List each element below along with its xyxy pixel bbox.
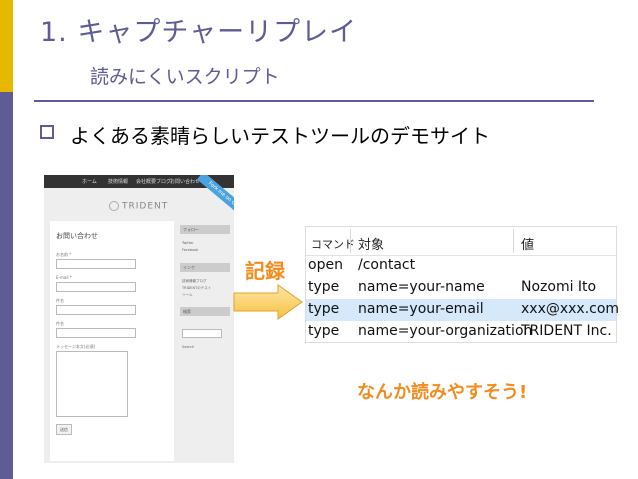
subject-input[interactable] — [56, 305, 136, 315]
email-input[interactable] — [56, 282, 136, 292]
nav-item-blog[interactable]: 会社概要ブログ — [136, 178, 171, 185]
slide-sidebar — [0, 0, 13, 479]
command-cell: type — [308, 279, 340, 295]
slide-subtitle: 読みにくいスクリプト — [90, 66, 280, 88]
side-link-test[interactable]: TRIDENTのテスト — [182, 286, 211, 291]
nav-item-home[interactable]: ホーム — [82, 178, 97, 185]
logo-icon — [109, 201, 119, 211]
target-cell: name=your-name — [358, 279, 485, 295]
demo-site-screenshot: ホーム 技術情報 会社概要ブログ お問い合わせ Fork me on GitHu… — [44, 175, 234, 463]
side-search-button[interactable]: Search — [182, 345, 194, 349]
column-header-value[interactable]: 値 — [521, 234, 534, 253]
side-heading-links: リンク — [180, 263, 230, 272]
site-logo: TRIDENT — [109, 201, 168, 212]
slide-title: 1. キャプチャーリプレイ — [40, 17, 358, 48]
site-logo-text: TRIDENT — [122, 201, 169, 212]
table-row[interactable]: open /contact — [306, 255, 616, 277]
field-label-message: メッセージ本文(必須) — [56, 344, 96, 349]
field-label-name: お名前 * — [56, 252, 72, 257]
column-divider — [350, 229, 351, 253]
column-header-command[interactable]: コマンド — [311, 236, 355, 252]
field-label-email: E-mail * — [56, 275, 72, 280]
nav-item-tech[interactable]: 技術情報 — [108, 178, 128, 185]
target-cell: name=your-organization — [358, 323, 533, 339]
form-title: お問い合わせ — [56, 232, 98, 240]
command-cell: open — [308, 257, 343, 273]
target-cell: name=your-email — [358, 301, 484, 317]
sidebar-accent-purple — [0, 92, 13, 479]
command-cell: type — [308, 301, 340, 317]
record-label: 記録 — [245, 259, 285, 283]
command-table: コマンド 対象 値 open /contact type name=your-n… — [305, 226, 620, 343]
nav-item-contact[interactable]: お問い合わせ — [170, 178, 200, 185]
right-arrow-icon — [233, 284, 303, 320]
site-sidebar: フォロー Twitter Facebook リンク 技術情報ブログ TRIDEN… — [180, 221, 230, 461]
submit-button[interactable]: 送信 — [56, 424, 72, 435]
message-textarea[interactable] — [56, 351, 128, 417]
value-cell: TRIDENT Inc. — [521, 323, 612, 339]
name-input[interactable] — [56, 259, 136, 269]
side-search-input[interactable] — [182, 329, 222, 338]
sidebar-accent-yellow — [0, 0, 13, 92]
table-row[interactable]: type name=your-organization TRIDENT Inc. — [306, 321, 616, 343]
column-header-target[interactable]: 対象 — [358, 234, 384, 253]
table-row-selected[interactable]: type name=your-email xxx@xxx.com — [306, 299, 620, 321]
column-divider — [513, 229, 514, 253]
title-divider — [34, 100, 594, 102]
field-label-subject-2: 件名 — [56, 321, 64, 326]
side-heading-follow: フォロー — [180, 225, 230, 234]
bullet-text: よくある素晴らしいテストツールのデモサイト — [70, 124, 490, 148]
side-link-blog[interactable]: 技術情報ブログ — [182, 279, 207, 284]
command-cell: type — [308, 323, 340, 339]
comment-text: なんか読みやすそう! — [357, 382, 528, 403]
square-bullet-icon — [40, 125, 54, 139]
value-cell: Nozomi Ito — [521, 279, 597, 295]
side-link-twitter[interactable]: Twitter — [182, 241, 194, 245]
organization-input[interactable] — [56, 328, 136, 338]
field-label-subject: 件名 — [56, 298, 64, 303]
table-row[interactable]: type name=your-name Nozomi Ito — [306, 277, 616, 299]
value-cell: xxx@xxx.com — [521, 301, 620, 317]
side-link-facebook[interactable]: Facebook — [182, 248, 198, 252]
side-heading-search: 検索 — [180, 307, 230, 316]
contact-form-panel: お問い合わせ お名前 * E-mail * 件名 件名 メッセージ本文(必須) … — [50, 221, 174, 461]
side-link-tool[interactable]: ツール — [182, 293, 193, 298]
command-table-header: コマンド 対象 値 — [306, 227, 616, 256]
target-cell: /contact — [358, 257, 416, 273]
